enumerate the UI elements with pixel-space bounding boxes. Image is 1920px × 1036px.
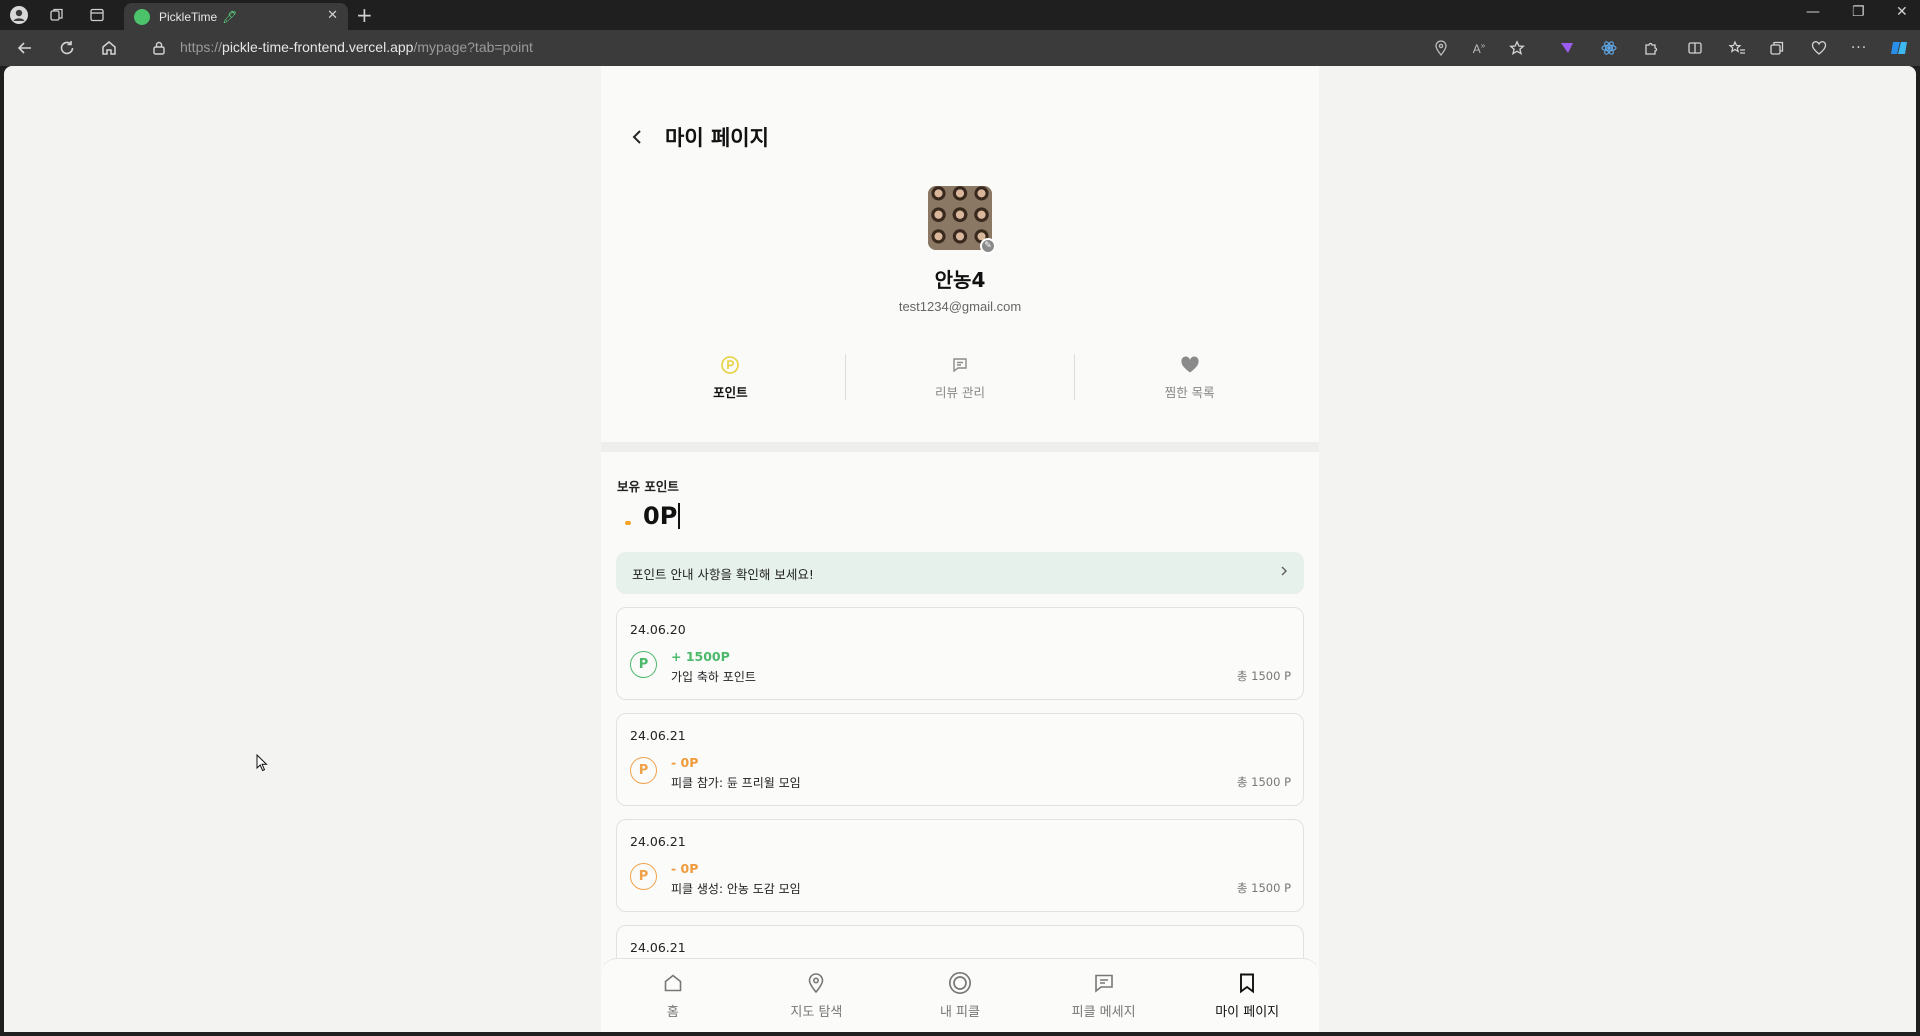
- leaf-icon: 🖊: [222, 9, 238, 24]
- nav-map-label: 지도 탐색: [790, 1005, 843, 1020]
- history-card[interactable]: 24.06.20 P + 1500P 가입 축하 포인트 총 1500 P: [616, 607, 1304, 700]
- coin-icon: [625, 521, 631, 525]
- chevron-left-icon[interactable]: [631, 127, 651, 147]
- mobile-app-container: 마이 페이지 ✎ 안농4 test1234@gmail.com 포인트 리뷰 관…: [601, 66, 1319, 1032]
- nav-my-pickle[interactable]: 내 피클: [888, 959, 1032, 1032]
- address-bar[interactable]: https://pickle-time-frontend.vercel.app/…: [180, 39, 533, 55]
- home-icon: [661, 971, 685, 995]
- browser-essentials-icon[interactable]: [1808, 37, 1830, 59]
- home-browser-icon[interactable]: [98, 37, 120, 59]
- nav-map[interactable]: 지도 탐색: [745, 959, 889, 1032]
- chat-icon: [1092, 971, 1116, 995]
- browser-tab-active[interactable]: PickleTime 🖊 ✕: [124, 3, 348, 30]
- extension-purple-icon[interactable]: [1556, 37, 1578, 59]
- close-window-icon[interactable]: ✕: [1896, 4, 1908, 20]
- heart-icon: [1179, 354, 1201, 376]
- bottom-nav: 홈 지도 탐색 내 피클 피클 메세지 마이 페이지: [601, 958, 1319, 1032]
- vertical-tabs-icon[interactable]: [86, 4, 108, 26]
- nav-my-pickle-label: 내 피클: [939, 1005, 980, 1020]
- collections-icon[interactable]: [1766, 37, 1788, 59]
- copilot-icon[interactable]: [1888, 37, 1910, 59]
- favorite-star-icon[interactable]: [1506, 37, 1528, 59]
- history-amount: - 0P: [671, 861, 699, 876]
- history-desc: 피클 참가: 듄 프리윌 모임: [671, 776, 801, 790]
- history-total: 총 1500 P: [1236, 881, 1291, 895]
- tab-review[interactable]: 리뷰 관리: [846, 348, 1075, 406]
- pickle-favicon-icon: [134, 8, 150, 25]
- page-header: 마이 페이지: [631, 122, 769, 152]
- point-icon: [719, 354, 741, 376]
- points-value: 0P: [643, 502, 678, 530]
- lock-icon[interactable]: [148, 37, 170, 59]
- circle-icon: [948, 971, 972, 995]
- nav-home[interactable]: 홈: [601, 959, 745, 1032]
- point-p-icon: P: [630, 757, 657, 784]
- text-caret: [678, 503, 681, 529]
- nav-messages-label: 피클 메세지: [1071, 1005, 1136, 1020]
- history-date: 24.06.21: [630, 940, 686, 955]
- workspaces-icon[interactable]: [46, 4, 68, 26]
- profile-nickname: 안농4: [934, 268, 986, 292]
- tab-point-label: 포인트: [713, 385, 748, 400]
- url-domain: pickle-time-frontend.vercel.app: [222, 39, 414, 55]
- tab-point[interactable]: 포인트: [616, 348, 845, 406]
- new-tab-icon[interactable]: +: [356, 3, 373, 27]
- browser-toolbar: https://pickle-time-frontend.vercel.app/…: [0, 30, 1920, 66]
- split-screen-icon[interactable]: [1684, 37, 1706, 59]
- points-label: 보유 포인트: [617, 479, 679, 494]
- refresh-icon[interactable]: [56, 37, 78, 59]
- chevron-right-icon: [1280, 565, 1288, 581]
- close-tab-icon[interactable]: ✕: [327, 8, 338, 23]
- read-aloud-icon[interactable]: A»: [1468, 37, 1490, 59]
- tab-wishlist-label: 찜한 목록: [1164, 385, 1215, 400]
- point-p-icon: P: [630, 651, 657, 678]
- url-scheme: https://: [180, 39, 223, 55]
- extensions-puzzle-icon[interactable]: [1640, 37, 1662, 59]
- history-card[interactable]: 24.06.21 P - 0P 피클 참가: 듄 프리윌 모임 총 1500 P: [616, 713, 1304, 806]
- restore-icon[interactable]: ❐: [1852, 4, 1865, 20]
- map-pin-icon: [804, 971, 828, 995]
- minimize-icon[interactable]: —: [1806, 4, 1820, 20]
- back-nav-icon[interactable]: [14, 37, 36, 59]
- tab-title: PickleTime: [159, 9, 218, 24]
- point-guide-banner[interactable]: 포인트 안내 사항을 확인해 보세요!: [616, 552, 1304, 594]
- react-devtools-icon[interactable]: [1598, 37, 1620, 59]
- guide-text: 포인트 안내 사항을 확인해 보세요!: [632, 566, 814, 582]
- location-icon[interactable]: [1430, 37, 1452, 59]
- avatar-wrapper[interactable]: ✎: [928, 186, 996, 254]
- point-p-icon: P: [630, 863, 657, 890]
- favorites-list-icon[interactable]: [1726, 37, 1748, 59]
- history-date: 24.06.21: [630, 728, 686, 743]
- tab-review-label: 리뷰 관리: [935, 385, 985, 400]
- page-title: 마이 페이지: [665, 126, 769, 150]
- history-desc: 피클 생성: 안농 도감 모임: [671, 882, 801, 896]
- section-divider: [601, 442, 1319, 452]
- history-total: 총 1500 P: [1236, 669, 1291, 683]
- profile-icon[interactable]: [8, 4, 30, 26]
- profile-email: test1234@gmail.com: [898, 299, 1022, 314]
- browser-tab-bar: PickleTime 🖊 ✕ + — ❐ ✕: [0, 0, 1920, 30]
- history-amount: + 1500P: [671, 649, 730, 664]
- message-icon: [949, 354, 971, 376]
- edit-pencil-icon[interactable]: ✎: [980, 238, 996, 254]
- nav-mypage[interactable]: 마이 페이지: [1175, 959, 1319, 1032]
- history-total: 총 1500 P: [1236, 775, 1291, 789]
- profile-section: ✎ 안농4 test1234@gmail.com: [601, 186, 1319, 314]
- points-balance: 0P: [625, 502, 681, 530]
- tab-wishlist[interactable]: 찜한 목록: [1075, 348, 1304, 406]
- nav-mypage-label: 마이 페이지: [1215, 1005, 1280, 1020]
- history-card[interactable]: 24.06.21 P - 0P 피클 생성: 안농 도감 모임 총 1500 P: [616, 819, 1304, 912]
- history-date: 24.06.21: [630, 834, 686, 849]
- history-desc: 가입 축하 포인트: [671, 670, 756, 684]
- history-date: 24.06.20: [630, 622, 686, 637]
- url-path: /mypage?tab=point: [413, 39, 533, 55]
- history-amount: - 0P: [671, 755, 699, 770]
- more-menu-icon[interactable]: ···: [1848, 37, 1870, 59]
- nav-messages[interactable]: 피클 메세지: [1032, 959, 1176, 1032]
- mouse-cursor-icon: [256, 753, 268, 776]
- nav-home-label: 홈: [666, 1005, 679, 1020]
- bookmark-icon: [1235, 971, 1259, 995]
- mypage-tabs: 포인트 리뷰 관리 찜한 목록: [616, 348, 1304, 406]
- page-viewport: 마이 페이지 ✎ 안농4 test1234@gmail.com 포인트 리뷰 관…: [4, 66, 1916, 1032]
